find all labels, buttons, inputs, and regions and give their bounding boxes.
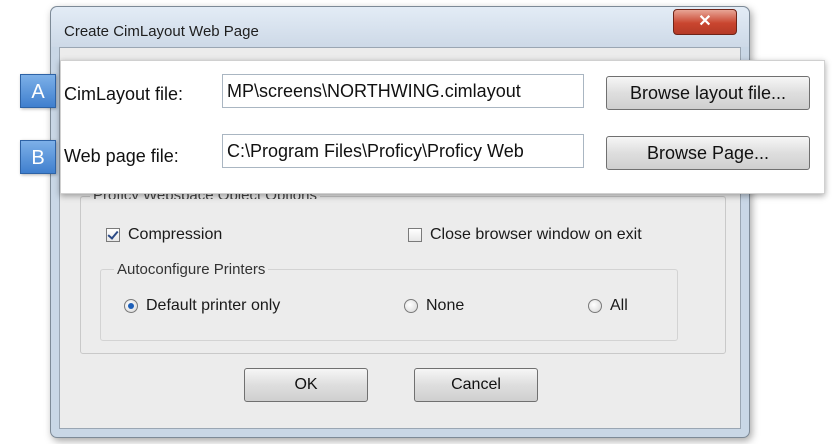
window-title: Create CimLayout Web Page [64,23,259,40]
title-bar: Create CimLayout Web Page ✕ [51,7,749,47]
cancel-button[interactable]: Cancel [414,368,538,402]
close-browser-checkbox[interactable] [408,228,422,242]
all-radio[interactable] [588,299,602,313]
compression-checkbox[interactable] [106,228,120,242]
compression-label: Compression [128,226,223,243]
compression-option[interactable]: Compression [106,226,222,244]
autoconfigure-printers-label: Autoconfigure Printers [114,261,269,278]
cimlayout-file-input[interactable]: MP\screens\NORTHWING.cimlayout [222,74,584,108]
ok-button[interactable]: OK [244,368,368,402]
close-browser-label: Close browser window on exit [430,226,642,243]
radio-none[interactable]: None [404,297,464,315]
default-printer-label: Default printer only [146,297,281,314]
cimlayout-file-label: CimLayout file: [64,84,184,104]
web-page-file-input[interactable]: C:\Program Files\Proficy\Proficy Web [222,134,584,168]
none-radio[interactable] [404,299,418,313]
web-page-file-label: Web page file: [64,146,179,166]
close-button[interactable]: ✕ [673,9,737,35]
none-label: None [426,297,465,314]
marker-a: A [20,74,56,108]
close-icon: ✕ [698,13,712,30]
browse-page-button[interactable]: Browse Page... [606,136,810,170]
radio-all[interactable]: All [588,297,628,315]
marker-b: B [20,140,56,174]
browse-layout-button[interactable]: Browse layout file... [606,76,810,110]
default-printer-radio[interactable] [124,299,138,313]
radio-default-printer[interactable]: Default printer only [124,297,280,315]
close-browser-option[interactable]: Close browser window on exit [408,226,642,244]
all-label: All [610,297,628,314]
